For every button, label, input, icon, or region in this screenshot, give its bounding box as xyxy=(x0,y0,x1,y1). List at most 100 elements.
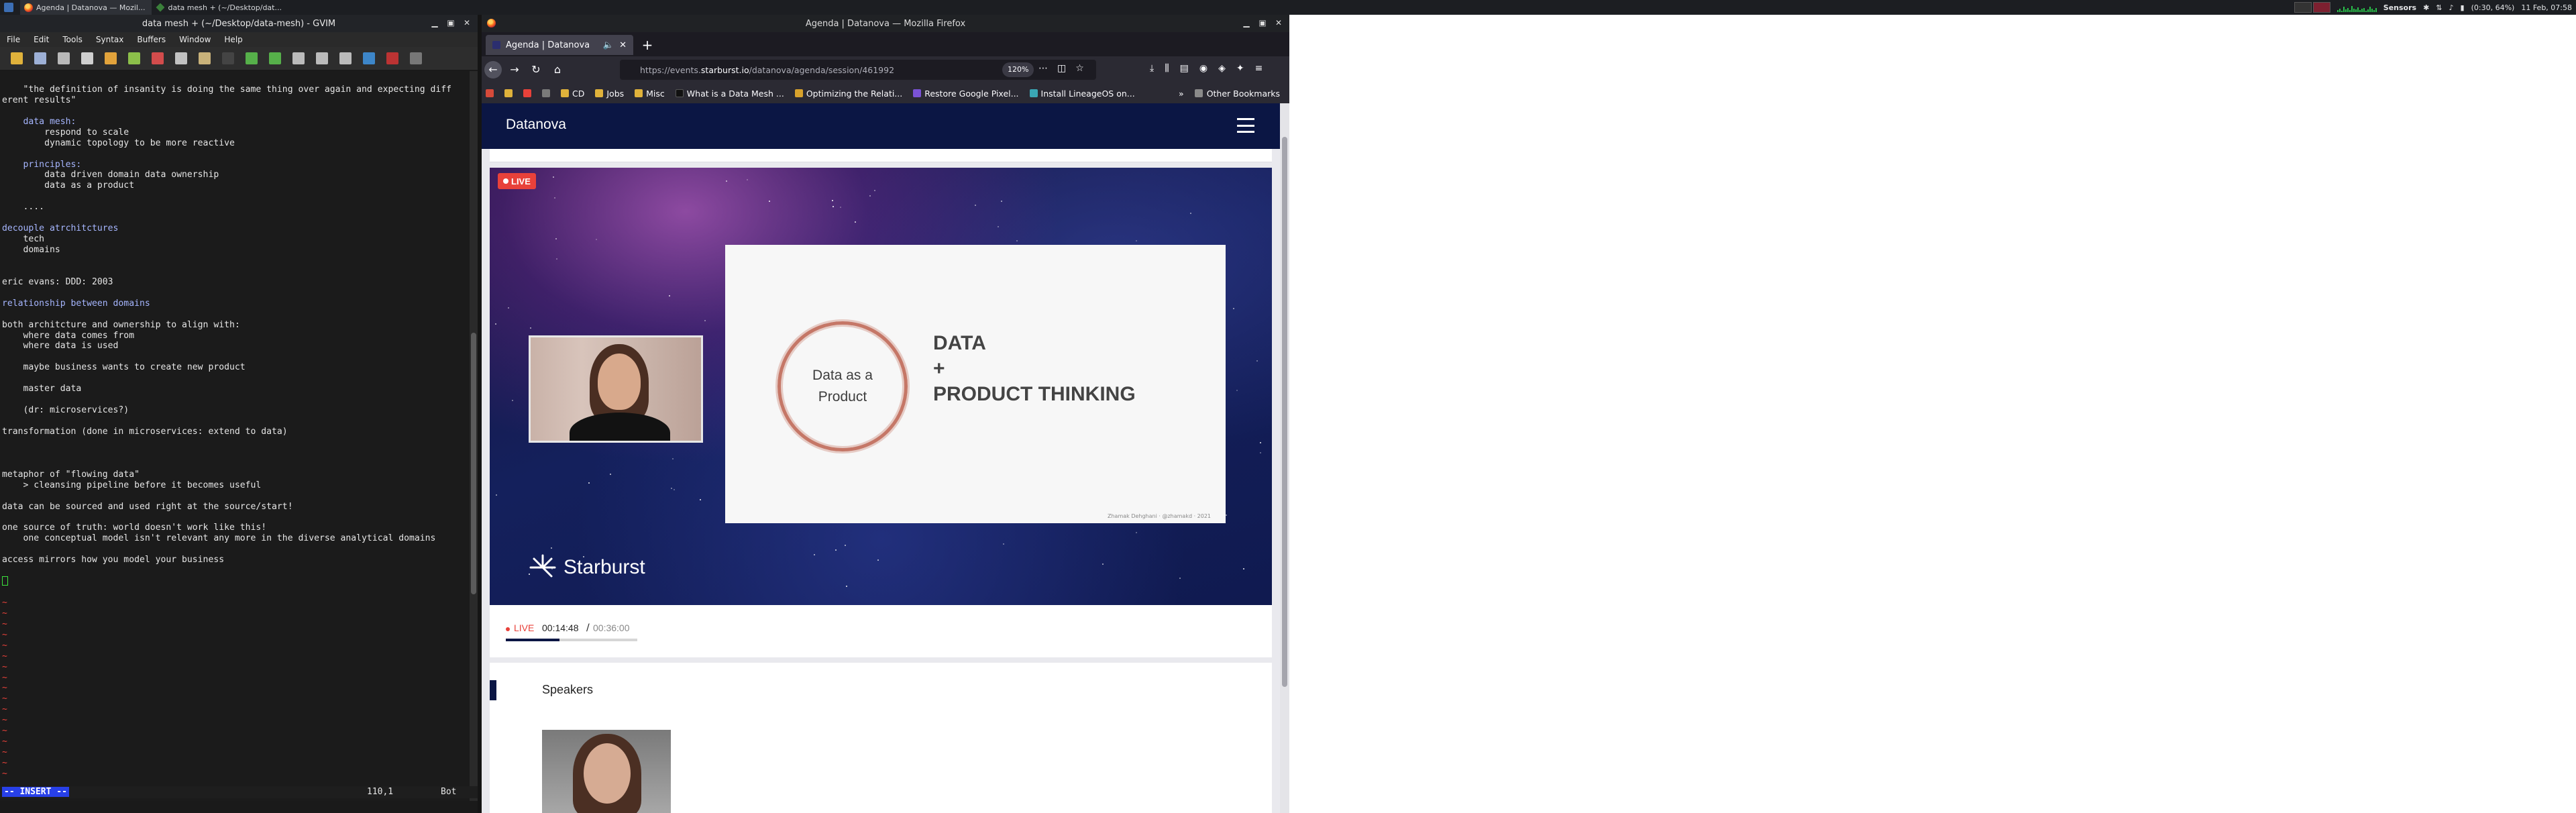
undo-icon[interactable] xyxy=(105,52,117,64)
maximize-icon[interactable]: ▣ xyxy=(1257,17,1268,28)
bookmark-folder-misc[interactable]: Misc xyxy=(635,89,665,99)
page-scroll-thumb[interactable] xyxy=(1282,137,1287,687)
save-icon[interactable] xyxy=(34,52,46,64)
pocket-icon[interactable]: ◫ xyxy=(1057,63,1066,74)
minimize-icon[interactable]: ▁ xyxy=(429,17,440,28)
save-session-icon[interactable] xyxy=(316,52,328,64)
minimize-icon[interactable]: ▁ xyxy=(1241,17,1252,28)
vim-empty-line-marker: ~ xyxy=(2,608,7,618)
page-actions-icon[interactable]: ⋯ xyxy=(1038,63,1048,74)
vim-line: relationship between domains xyxy=(2,298,150,309)
forward-button[interactable]: → xyxy=(506,61,523,78)
tab-agenda[interactable]: Agenda | Datanova 🔈 ✕ xyxy=(486,35,633,55)
load-session-icon[interactable] xyxy=(292,52,305,64)
reload-button[interactable]: ↻ xyxy=(527,61,545,78)
new-tab-button[interactable]: + xyxy=(639,36,656,54)
bookmark-item[interactable] xyxy=(523,89,531,97)
cpu-graph-bar xyxy=(2355,9,2357,12)
bookmark-optimizing[interactable]: Optimizing the Relati... xyxy=(794,89,902,99)
extension-icon[interactable]: ◈ xyxy=(1218,63,1226,74)
vim-mode: -- INSERT -- xyxy=(2,787,69,797)
chevron-right-icon[interactable]: » xyxy=(1179,89,1184,99)
vim-scroll-thumb[interactable] xyxy=(471,333,476,594)
task-gvim[interactable]: data mesh + (~/Desktop/dat... xyxy=(152,0,288,15)
tags-icon[interactable] xyxy=(386,52,398,64)
clock[interactable]: 11 Feb, 07:58 xyxy=(2521,3,2572,12)
run-script-icon[interactable] xyxy=(339,52,352,64)
replace-icon[interactable] xyxy=(222,52,234,64)
gvim-titlebar[interactable]: data mesh + (~/Desktop/data-mesh) - GVIM… xyxy=(0,15,478,32)
bookmark-lineageos[interactable]: Install LineageOS on... xyxy=(1029,89,1135,99)
sidebar-icon[interactable]: ▤ xyxy=(1180,63,1189,74)
copy-icon[interactable] xyxy=(175,52,187,64)
account-icon[interactable]: ◉ xyxy=(1199,63,1208,74)
zoom-level[interactable]: 120% xyxy=(1002,62,1034,77)
menu-file[interactable]: File xyxy=(7,35,20,44)
vim-line xyxy=(2,576,470,587)
cut-icon[interactable] xyxy=(152,52,164,64)
bookmark-data-mesh[interactable]: What is a Data Mesh ... xyxy=(675,89,784,99)
bookmark-folder-cd[interactable]: CD xyxy=(561,89,584,99)
video-star xyxy=(840,207,841,208)
video-star xyxy=(704,320,706,321)
vim-line: master data xyxy=(2,384,82,394)
home-button[interactable]: ⌂ xyxy=(549,61,566,78)
bookmark-folder-jobs[interactable]: Jobs xyxy=(595,89,624,99)
menu-tools[interactable]: Tools xyxy=(62,35,83,44)
app-menu-button[interactable] xyxy=(0,0,20,15)
sensors-label[interactable]: Sensors xyxy=(2383,3,2416,12)
page-scrollbar[interactable] xyxy=(1280,103,1289,813)
workspace-1[interactable] xyxy=(2294,2,2312,13)
task-firefox[interactable]: Agenda | Datanova — Mozil... xyxy=(20,0,152,15)
make-icon[interactable] xyxy=(363,52,375,64)
menu-syntax[interactable]: Syntax xyxy=(96,35,123,44)
save-all-icon[interactable] xyxy=(58,52,70,64)
video-star xyxy=(998,226,999,227)
downloads-icon[interactable]: ⤓ xyxy=(1150,63,1154,74)
close-icon[interactable]: ✕ xyxy=(1273,17,1284,28)
vim-scrollbar[interactable] xyxy=(470,71,478,801)
menu-buffers[interactable]: Buffers xyxy=(137,35,166,44)
close-icon[interactable]: ✕ xyxy=(462,17,472,28)
speaker-photo[interactable] xyxy=(542,730,671,813)
redo-icon[interactable] xyxy=(128,52,140,64)
menu-help[interactable]: Help xyxy=(224,35,242,44)
volume-icon[interactable]: ♪ xyxy=(2449,3,2454,12)
menu-window[interactable]: Window xyxy=(179,35,211,44)
audio-icon[interactable]: 🔈 xyxy=(603,40,614,50)
paste-icon[interactable] xyxy=(199,52,211,64)
open-icon[interactable] xyxy=(11,52,23,64)
bookmark-icon xyxy=(542,89,550,97)
bookmark-item[interactable] xyxy=(542,89,550,97)
cpu-graph-bar xyxy=(2359,10,2361,12)
bookmark-star-icon[interactable]: ☆ xyxy=(1075,63,1084,74)
maximize-icon[interactable]: ▣ xyxy=(445,17,456,28)
bookmark-item[interactable] xyxy=(504,89,513,97)
help-icon[interactable] xyxy=(410,52,422,64)
firefox-titlebar[interactable]: Agenda | Datanova — Mozilla Firefox ▁ ▣ … xyxy=(482,15,1289,32)
workspace-switcher[interactable] xyxy=(2294,2,2330,13)
print-icon[interactable] xyxy=(81,52,93,64)
video-player[interactable]: LIVE Data as a Product DATA + PRODUCT THI… xyxy=(490,168,1272,605)
vim-empty-line-marker: ~ xyxy=(2,726,7,737)
extensions-icon[interactable]: ✦ xyxy=(1236,63,1244,74)
bluetooth-icon[interactable]: ✱ xyxy=(2423,3,2429,12)
hamburger-menu-icon[interactable] xyxy=(1237,118,1254,133)
find-next-icon[interactable] xyxy=(246,52,258,64)
library-icon[interactable]: ⫼ xyxy=(1165,63,1169,74)
progress-bar[interactable] xyxy=(506,639,637,641)
battery-icon[interactable]: ▮ xyxy=(2461,3,2465,12)
tab-close-icon[interactable]: ✕ xyxy=(619,40,627,50)
vim-buffer[interactable]: "the definition of insanity is doing the… xyxy=(0,71,470,801)
bookmark-item[interactable] xyxy=(486,89,494,97)
find-prev-icon[interactable] xyxy=(269,52,281,64)
workspace-2[interactable] xyxy=(2312,2,2330,13)
menu-icon[interactable]: ≡ xyxy=(1255,63,1263,74)
network-icon[interactable]: ⇅ xyxy=(2436,3,2442,12)
other-bookmarks[interactable]: » Other Bookmarks xyxy=(1179,89,1280,99)
menu-edit[interactable]: Edit xyxy=(34,35,49,44)
site-logo[interactable]: Datanova xyxy=(506,117,566,133)
vim-statusline: -- INSERT -- 110,1 Bot xyxy=(0,786,478,798)
back-button[interactable]: ← xyxy=(484,61,502,78)
bookmark-restore-pixel[interactable]: Restore Google Pixel... xyxy=(913,89,1019,99)
